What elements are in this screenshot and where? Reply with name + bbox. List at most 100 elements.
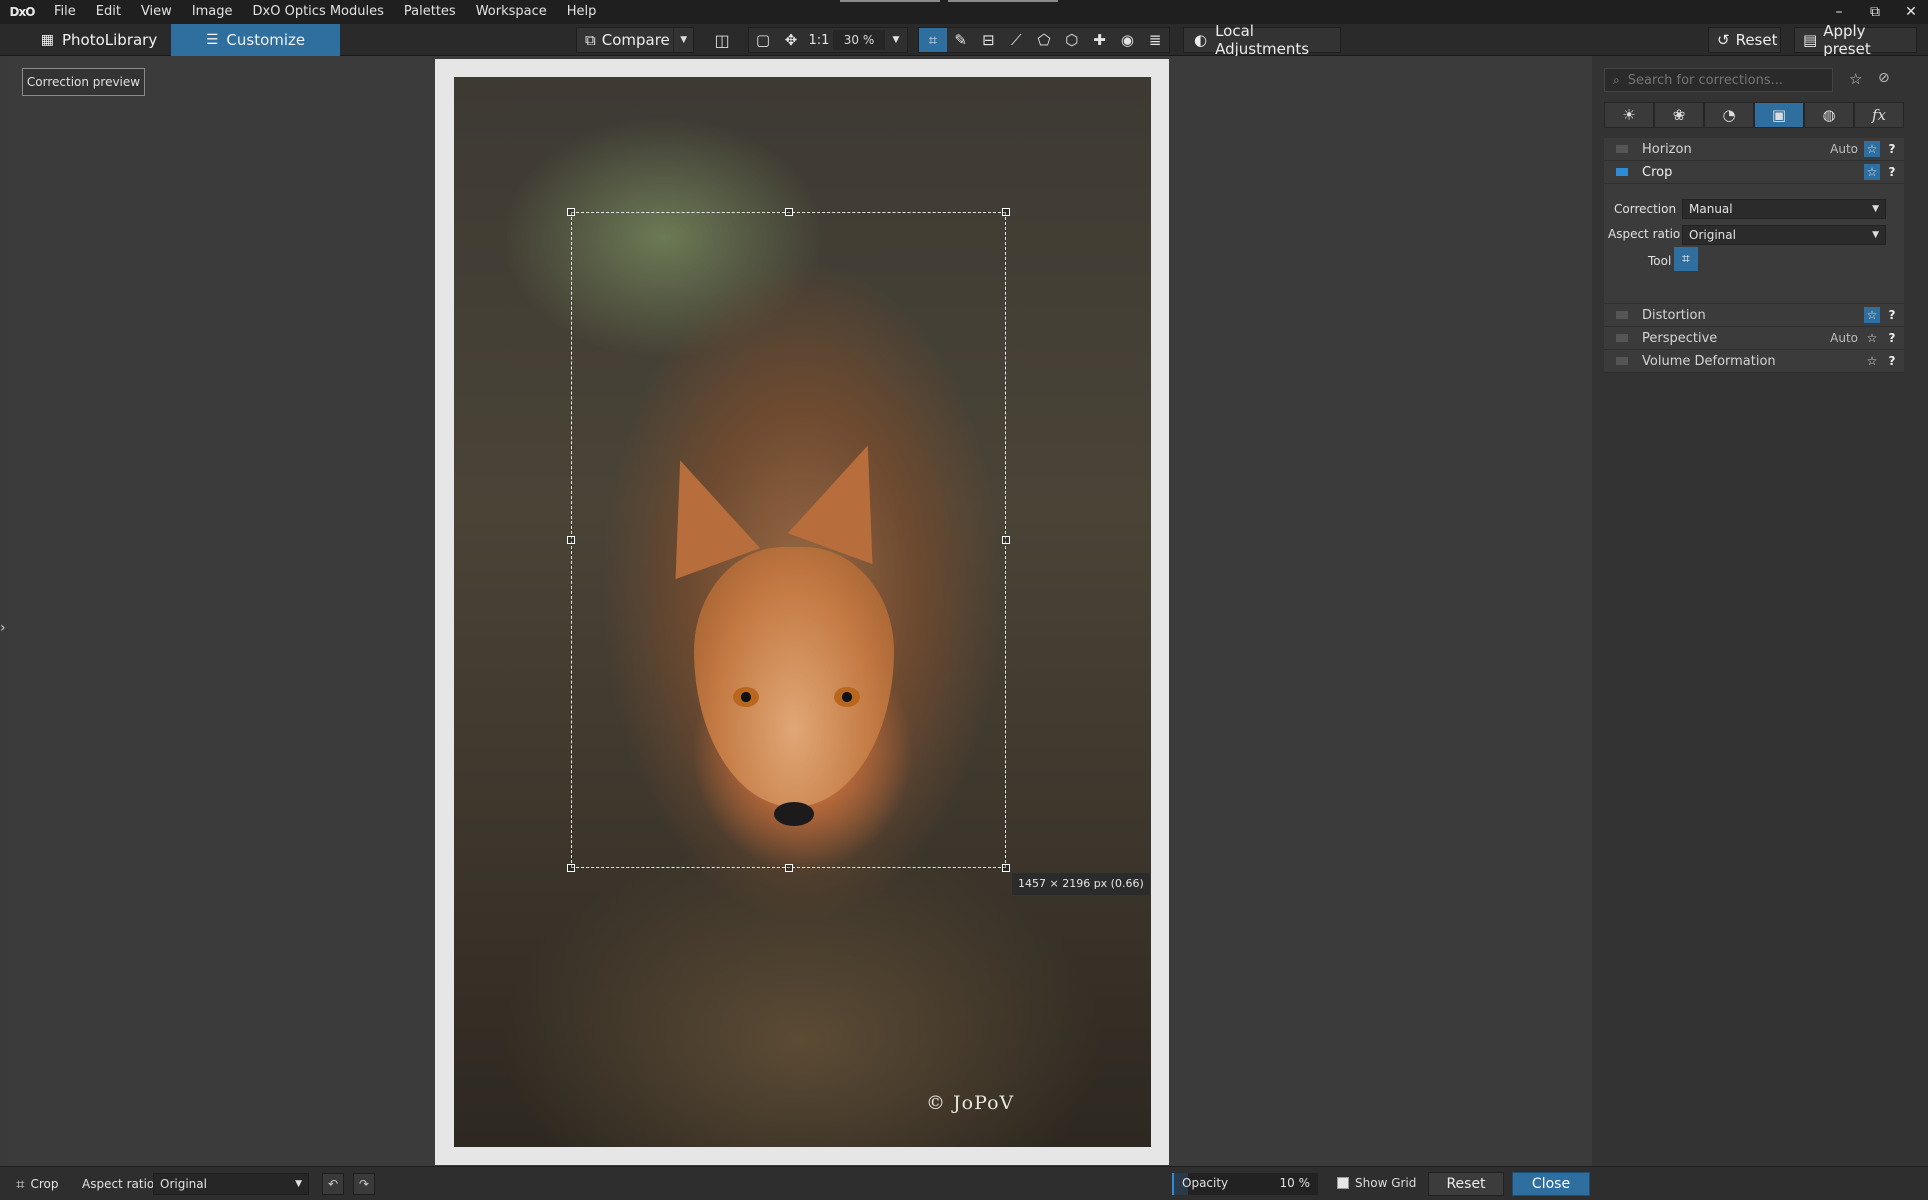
star-icon[interactable]: ☆ [1864, 141, 1880, 157]
perspective-help[interactable]: ? [1886, 331, 1898, 345]
correction-crop[interactable]: Crop ☆ ? [1604, 161, 1904, 184]
horizon-icon: ⊟ [982, 31, 995, 49]
chevron-down-icon: ▼ [680, 35, 688, 45]
palette-tab-effects[interactable]: fx [1854, 102, 1904, 128]
close-tool-button[interactable]: Close [1512, 1172, 1590, 1196]
crop-reset-button[interactable]: Reset [1428, 1172, 1504, 1196]
horizon-help[interactable]: ? [1886, 142, 1898, 156]
tab-customize[interactable]: ☰ Customize [171, 24, 340, 56]
palette-tab-light[interactable]: ☀ [1604, 102, 1654, 128]
perspective-toggle[interactable] [1616, 334, 1628, 342]
polygon-points-icon: ⬡ [1065, 31, 1079, 49]
restore-button[interactable]: ⧉ [1868, 4, 1882, 20]
tab-photolibrary-label: PhotoLibrary [61, 31, 158, 49]
star-icon[interactable]: ☆ [1864, 307, 1880, 323]
volume-help[interactable]: ? [1886, 354, 1898, 368]
crop-rectangle[interactable] [571, 212, 1006, 868]
star-icon[interactable]: ☆ [1864, 330, 1880, 346]
crop-handle-bottom[interactable] [785, 864, 793, 872]
star-icon[interactable]: ☆ [1864, 164, 1880, 180]
menu-dxo-optics-modules[interactable]: DxO Optics Modules [243, 0, 394, 24]
tab-photolibrary[interactable]: ▦ PhotoLibrary [24, 24, 174, 56]
menu-palettes[interactable]: Palettes [394, 0, 466, 24]
search-icon: ⌕ [1613, 72, 1620, 87]
volume-toggle[interactable] [1616, 357, 1628, 365]
correction-horizon[interactable]: Horizon Auto ☆ ? [1604, 138, 1904, 161]
aspect-ratio-value: Original [160, 1177, 207, 1191]
rotate-left-icon: ↶ [327, 1177, 339, 1191]
crop-tool-button[interactable]: ⌗ [919, 28, 947, 52]
palette-tab-local[interactable]: ◍ [1804, 102, 1854, 128]
palette-tab-color[interactable]: ❀ [1654, 102, 1704, 128]
palette-tab-detail[interactable]: ◔ [1704, 102, 1754, 128]
minimize-button[interactable]: – [1832, 4, 1846, 20]
split-view-button[interactable]: ◫ [710, 28, 734, 52]
correction-mode-select[interactable]: Manual ▼ [1682, 199, 1886, 219]
shadows-button[interactable]: ≣ [1141, 28, 1169, 52]
reset-label: Reset [1735, 31, 1778, 49]
repair-tool-button[interactable]: ✚ [1086, 28, 1114, 52]
crop-handle-top[interactable] [785, 208, 793, 216]
aspect-ratio-label: Aspect ratio [82, 1177, 155, 1191]
rotate-right-button[interactable]: ↷ [353, 1173, 375, 1195]
chevron-down-icon: ▼ [1872, 230, 1879, 240]
apply-preset-button[interactable]: ▤ Apply preset [1794, 22, 1917, 58]
compare-dropdown[interactable]: ▼ [673, 28, 693, 52]
compare-icon: ⧉ [585, 31, 596, 49]
crop-handle-left[interactable] [567, 536, 575, 544]
crop-handle-bottom-right[interactable] [1002, 864, 1010, 872]
close-window-button[interactable]: ✕ [1904, 4, 1918, 20]
show-grid-checkbox[interactable]: Show Grid [1337, 1176, 1416, 1190]
menu-file[interactable]: File [44, 0, 86, 24]
correction-perspective[interactable]: Perspective Auto ☆ ? [1604, 327, 1904, 350]
rotate-left-button[interactable]: ↶ [322, 1173, 344, 1195]
zoom-dropdown[interactable]: ▼ [885, 28, 907, 52]
horizon-tool-button[interactable]: ⊟ [975, 28, 1003, 52]
corrections-search[interactable]: ⌕ [1604, 68, 1833, 92]
tab-customize-label: Customize [226, 31, 306, 49]
crop-handle-bottom-left[interactable] [567, 864, 575, 872]
perspective-tool-button[interactable]: ⟋ [1002, 28, 1030, 52]
palette-tab-geometry[interactable]: ▣ [1754, 102, 1804, 128]
correction-distortion[interactable]: Distortion ☆ ? [1604, 304, 1904, 327]
perspective-rect-button[interactable]: ⬠ [1030, 28, 1058, 52]
menu-edit[interactable]: Edit [86, 0, 131, 24]
red-eye-button[interactable]: ◉ [1113, 28, 1141, 52]
crop-toggle[interactable] [1616, 168, 1628, 176]
aspect-ratio-select[interactable]: Original ▼ [153, 1173, 309, 1195]
crop-help[interactable]: ? [1886, 165, 1898, 179]
checkbox-icon[interactable] [1337, 1177, 1349, 1189]
sliders-icon: ☰ [205, 32, 219, 48]
menu-help[interactable]: Help [557, 0, 607, 24]
distortion-toggle[interactable] [1616, 311, 1628, 319]
local-adjustments-button[interactable]: ◐ Local Adjustments [1183, 22, 1341, 58]
white-balance-button[interactable]: ✎ [947, 28, 975, 52]
left-panel-expand-icon[interactable]: › [0, 620, 6, 636]
crop-tool-toggle[interactable]: ⌗ [1674, 247, 1698, 271]
reset-button[interactable]: ↺ Reset [1708, 27, 1781, 53]
active-filter-icon[interactable]: ⊘ [1878, 70, 1890, 86]
opacity-slider[interactable]: Opacity 10 % [1172, 1173, 1318, 1195]
perspective-label: Perspective [1642, 330, 1718, 346]
pan-button[interactable]: ✥ [777, 28, 805, 52]
zoom-value-field[interactable]: 30 % [833, 30, 885, 50]
horizon-toggle[interactable] [1616, 145, 1628, 153]
correction-preview-button[interactable]: Correction preview [22, 68, 145, 96]
compare-button[interactable]: ⧉ Compare [577, 28, 673, 52]
zoom-100-button[interactable]: 1:1 [805, 28, 833, 52]
crop-handle-top-left[interactable] [567, 208, 575, 216]
aspect-ratio-select[interactable]: Original ▼ [1682, 225, 1886, 245]
perspective-8pt-button[interactable]: ⬡ [1058, 28, 1086, 52]
crop-handle-right[interactable] [1002, 536, 1010, 544]
search-input[interactable] [1627, 72, 1818, 88]
star-icon[interactable]: ☆ [1864, 353, 1880, 369]
crop-handle-top-right[interactable] [1002, 208, 1010, 216]
favorites-filter-icon[interactable]: ☆ [1849, 70, 1862, 88]
correction-volume-deformation[interactable]: Volume Deformation ☆ ? [1604, 350, 1904, 373]
split-view-icon: ◫ [714, 30, 730, 50]
fit-to-screen-button[interactable]: ▢ [749, 28, 777, 52]
distortion-help[interactable]: ? [1886, 308, 1898, 322]
menu-image[interactable]: Image [182, 0, 243, 24]
menu-workspace[interactable]: Workspace [466, 0, 557, 24]
menu-view[interactable]: View [131, 0, 182, 24]
